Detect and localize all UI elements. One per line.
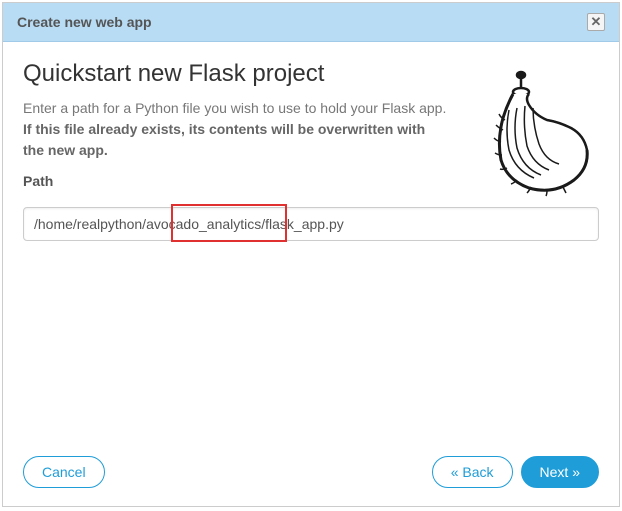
description-text: Enter a path for a Python file you wish … xyxy=(23,98,447,161)
back-button[interactable]: « Back xyxy=(432,456,513,488)
path-label: Path xyxy=(23,173,447,189)
description-part1: Enter a path for a Python file you wish … xyxy=(23,100,446,116)
create-web-app-dialog: Create new web app ✕ Quickstart new Flas… xyxy=(2,2,620,507)
page-heading: Quickstart new Flask project xyxy=(23,60,447,88)
cancel-button[interactable]: Cancel xyxy=(23,456,105,488)
dialog-body: Quickstart new Flask project Enter a pat… xyxy=(3,42,619,442)
path-input-wrapper xyxy=(23,207,599,241)
flask-horn-icon xyxy=(459,60,599,200)
dialog-header: Create new web app ✕ xyxy=(3,3,619,42)
footer-right-buttons: « Back Next » xyxy=(432,456,599,488)
description-bold: If this file already exists, its content… xyxy=(23,121,425,158)
content-top: Quickstart new Flask project Enter a pat… xyxy=(23,60,599,205)
flask-logo-section xyxy=(459,60,599,205)
dialog-footer: Cancel « Back Next » xyxy=(3,442,619,506)
text-section: Quickstart new Flask project Enter a pat… xyxy=(23,60,447,205)
close-icon: ✕ xyxy=(591,14,602,29)
next-button[interactable]: Next » xyxy=(521,456,599,488)
dialog-title: Create new web app xyxy=(17,14,152,30)
path-input[interactable] xyxy=(23,207,599,241)
close-button[interactable]: ✕ xyxy=(587,13,605,31)
